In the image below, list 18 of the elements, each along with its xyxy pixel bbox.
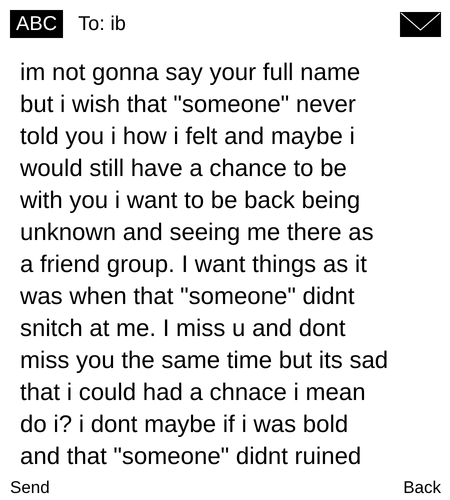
message-line: miss you the same time but its sad	[20, 346, 388, 376]
send-softkey[interactable]: Send	[10, 478, 50, 498]
back-softkey[interactable]: Back	[403, 478, 441, 498]
message-line: that i could had a chnace i mean	[20, 378, 366, 408]
message-line: was when that "someone" didnt	[20, 282, 355, 312]
message-line: told you i how i felt and maybe i	[20, 122, 355, 152]
message-line: with you i want to be back being	[20, 186, 360, 216]
message-line: but i wish that "someone" never	[20, 90, 356, 120]
message-line: and that "someone" didnt ruined	[20, 442, 362, 472]
recipient-label: To: ib	[78, 12, 127, 36]
message-line: would still have a chance to be	[20, 154, 347, 184]
input-mode-indicator: ABC	[10, 10, 64, 38]
message-line: snitch at me. I miss u and dont	[20, 314, 346, 344]
message-line: a friend group. I want things as it	[20, 250, 367, 280]
message-line: unknown and seeing me there as	[20, 218, 374, 248]
message-line: im not gonna say your full name	[20, 58, 360, 88]
message-line: do i? i dont maybe if i was bold	[20, 410, 348, 440]
envelope-icon	[400, 12, 441, 36]
